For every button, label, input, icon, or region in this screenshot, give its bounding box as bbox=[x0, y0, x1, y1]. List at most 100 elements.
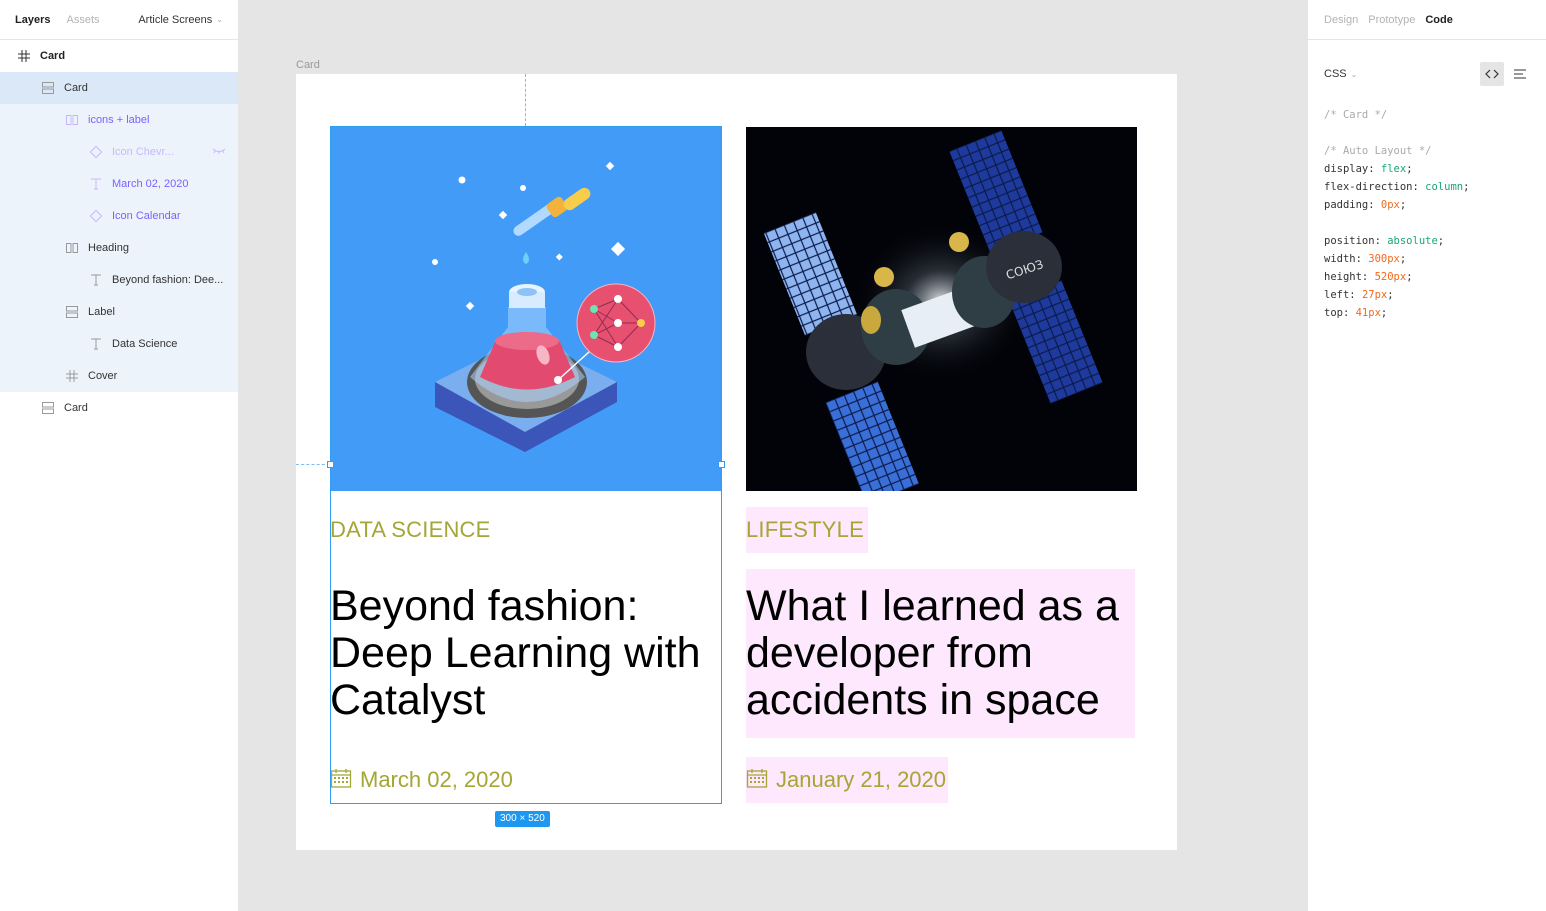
code-token: flex bbox=[1380, 163, 1407, 175]
date-text[interactable]: January 21, 2020 bbox=[776, 767, 946, 793]
category-label: DATA SCIENCE bbox=[330, 507, 495, 553]
hidden-eye-icon[interactable] bbox=[212, 146, 226, 158]
code-token: /* Card */ bbox=[1324, 109, 1388, 121]
code-token: ; bbox=[1406, 163, 1413, 175]
layer-row[interactable]: Card bbox=[0, 72, 238, 104]
layer-label: icons + label bbox=[88, 114, 150, 126]
layer-row[interactable]: Card bbox=[0, 40, 238, 72]
frame-label[interactable]: Card bbox=[296, 59, 320, 71]
autolayout-vertical-icon bbox=[40, 400, 56, 416]
left-panel-tabs: Layers Assets Article Screens ⌄ bbox=[0, 0, 238, 40]
layer-label: Icon Calendar bbox=[112, 210, 181, 222]
layer-label: Card bbox=[64, 82, 88, 94]
article-heading[interactable]: Beyond fashion: Deep Learning with Catal… bbox=[330, 569, 719, 738]
page-selector[interactable]: Article Screens ⌄ bbox=[138, 14, 223, 26]
layer-row[interactable]: Icon Calendar bbox=[0, 200, 238, 232]
css-code-block[interactable]: /* Card */ /* Auto Layout */ display: flex… bbox=[1324, 106, 1469, 322]
layer-row[interactable]: March 02, 2020 bbox=[0, 168, 238, 200]
layer-row[interactable]: Beyond fashion: Dee... bbox=[0, 264, 238, 296]
code-token: position: bbox=[1324, 235, 1388, 247]
chevron-down-icon: ⌄ bbox=[1350, 69, 1358, 79]
code-token: width: bbox=[1324, 253, 1369, 265]
flask-illustration bbox=[432, 161, 656, 452]
frame-icon bbox=[64, 368, 80, 384]
tab-code[interactable]: Code bbox=[1425, 14, 1453, 26]
code-line: left: 27px; bbox=[1324, 286, 1469, 304]
spacing-guide-vertical bbox=[525, 74, 526, 126]
cover-image-flask[interactable] bbox=[330, 127, 721, 491]
code-line: flex-direction: column; bbox=[1324, 178, 1469, 196]
tab-layers[interactable]: Layers bbox=[15, 14, 50, 26]
language-select[interactable]: CSS ⌄ bbox=[1324, 68, 1357, 80]
spacing-guide-horizontal bbox=[296, 464, 330, 465]
layer-row[interactable]: Label bbox=[0, 296, 238, 328]
component-instance-icon bbox=[88, 144, 104, 160]
layer-label: Data Science bbox=[112, 338, 178, 350]
code-line: top: 41px; bbox=[1324, 304, 1469, 322]
code-token: height: bbox=[1324, 271, 1375, 283]
code-token: ; bbox=[1406, 271, 1413, 283]
layer-label: March 02, 2020 bbox=[112, 178, 189, 190]
code-line: position: absolute; bbox=[1324, 232, 1469, 250]
tab-design[interactable]: Design bbox=[1324, 14, 1358, 26]
figma-editor: Layers Assets Article Screens ⌄ Card Card… bbox=[0, 0, 1546, 911]
autolayout-vertical-icon bbox=[40, 80, 56, 96]
code-token: 520px bbox=[1374, 271, 1407, 283]
code-view-button[interactable] bbox=[1480, 62, 1504, 86]
code-token: column bbox=[1425, 181, 1464, 193]
tab-prototype[interactable]: Prototype bbox=[1368, 14, 1415, 26]
resize-handle-right[interactable] bbox=[718, 461, 725, 468]
article-card[interactable]: DATA SCIENCE Beyond fashion: Deep Learni… bbox=[330, 127, 721, 804]
inspector-panel: Design Prototype Code CSS ⌄ /* Card *//*… bbox=[1307, 0, 1546, 911]
page-selector-label: Article Screens bbox=[138, 13, 213, 26]
category-label-text[interactable]: LIFESTYLE bbox=[746, 517, 864, 543]
autolayout-horizontal-icon bbox=[64, 240, 80, 256]
calendar-icon bbox=[746, 767, 768, 794]
layers-panel: Layers Assets Article Screens ⌄ Card Card… bbox=[0, 0, 239, 911]
layer-list: Card Card icons + label Icon Chevr... March … bbox=[0, 40, 238, 424]
language-label: CSS bbox=[1324, 68, 1347, 80]
layer-row[interactable]: Heading bbox=[0, 232, 238, 264]
list-icon bbox=[1514, 69, 1526, 79]
layer-row[interactable]: Data Science bbox=[0, 328, 238, 360]
layer-row[interactable]: icons + label bbox=[0, 104, 238, 136]
resize-handle-left[interactable] bbox=[327, 461, 334, 468]
date-text[interactable]: March 02, 2020 bbox=[360, 767, 513, 793]
cover-image-satellite[interactable]: СОЮЗ bbox=[746, 127, 1137, 491]
code-token: 27px bbox=[1361, 289, 1388, 301]
code-token: ; bbox=[1399, 253, 1407, 265]
category-label-text[interactable]: DATA SCIENCE bbox=[330, 517, 491, 543]
code-line: display: flex; bbox=[1324, 160, 1469, 178]
layer-label: Heading bbox=[88, 242, 129, 254]
text-icon bbox=[88, 176, 104, 192]
code-token: padding: bbox=[1324, 199, 1381, 211]
code-line: padding: 0px; bbox=[1324, 196, 1469, 214]
article-heading[interactable]: What I learned as a developer from accid… bbox=[746, 569, 1135, 738]
text-icon bbox=[88, 272, 104, 288]
satellite-illustration: СОЮЗ bbox=[763, 130, 1103, 491]
code-line: /* Card */ bbox=[1324, 106, 1469, 124]
layer-row[interactable]: Card bbox=[0, 392, 238, 424]
list-view-button[interactable] bbox=[1510, 62, 1530, 86]
code-line: /* Auto Layout */ bbox=[1324, 142, 1469, 160]
tab-assets[interactable]: Assets bbox=[66, 14, 99, 26]
code-token: left: bbox=[1324, 289, 1362, 301]
code-line: height: 520px; bbox=[1324, 268, 1469, 286]
code-token: ; bbox=[1463, 181, 1470, 193]
code-token: /* Auto Layout */ bbox=[1324, 145, 1432, 157]
inspector-tabs: Design Prototype Code bbox=[1308, 0, 1546, 40]
code-token: flex-direction: bbox=[1324, 181, 1426, 193]
code-token: ; bbox=[1380, 307, 1388, 319]
date-row: March 02, 2020 bbox=[330, 757, 515, 803]
component-instance-icon bbox=[88, 208, 104, 224]
article-card[interactable]: СОЮЗ LIFESTYLE What I learned as a devel… bbox=[746, 127, 1137, 804]
code-token: 300px bbox=[1368, 253, 1400, 265]
layer-row[interactable]: Cover bbox=[0, 360, 238, 392]
size-badge: 300 × 520 bbox=[495, 811, 550, 827]
layer-label: Beyond fashion: Dee... bbox=[112, 274, 224, 286]
layer-label: Card bbox=[40, 50, 66, 62]
layer-row[interactable]: Icon Chevr... bbox=[0, 136, 238, 168]
autolayout-vertical-icon bbox=[64, 304, 80, 320]
